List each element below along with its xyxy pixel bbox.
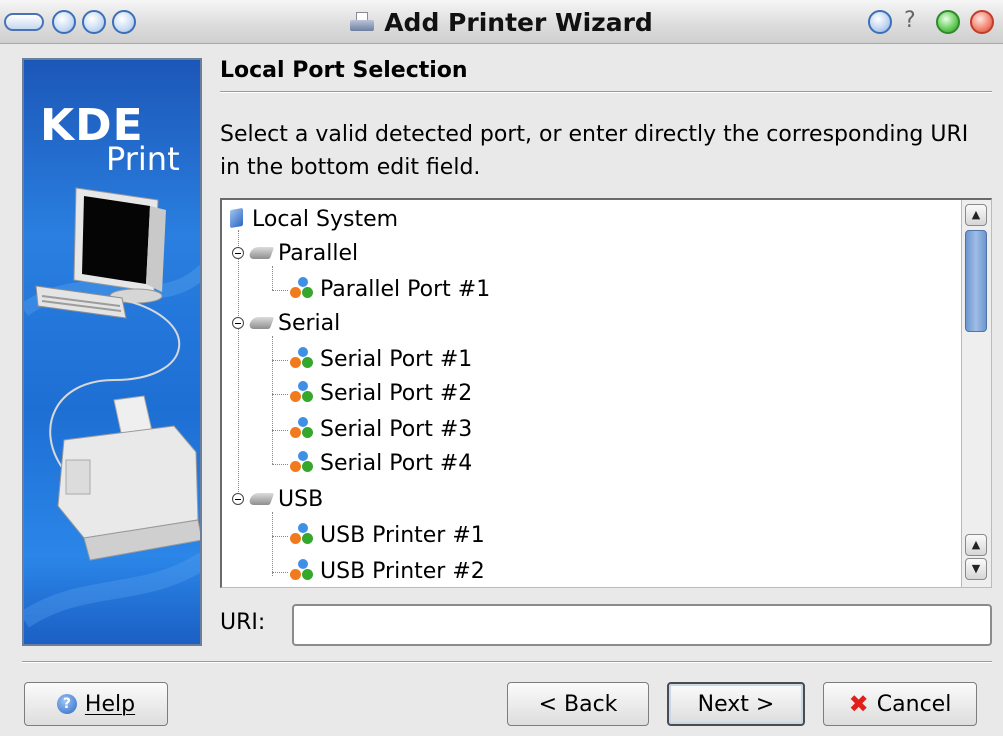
port-icon [248, 243, 276, 263]
tree-item-label: Serial Port #4 [320, 450, 473, 476]
minimize-button-icon[interactable] [868, 10, 892, 34]
cancel-icon: ✖ [848, 690, 869, 718]
window-title: Add Printer Wizard [384, 7, 653, 37]
tree-group-label: Serial [278, 310, 341, 336]
printer-icon [350, 12, 375, 32]
device-icon [288, 277, 316, 301]
title-bar: Add Printer Wizard ? [0, 0, 1003, 44]
tree-item-label: Parallel Port #1 [320, 276, 491, 302]
port-icon [248, 313, 276, 333]
uri-label: URI: [220, 610, 266, 635]
maximize-button-icon[interactable] [936, 10, 960, 34]
intro-text: Select a valid detected port, or enter d… [220, 122, 969, 180]
close-button-icon[interactable] [970, 10, 994, 34]
device-icon [288, 381, 316, 405]
button-divider [22, 661, 992, 663]
tree-item-label: Serial Port #1 [320, 346, 473, 372]
back-button-label: < Back [538, 691, 618, 717]
tree-item-serial-port-2[interactable]: Serial Port #2 [288, 376, 472, 410]
next-button[interactable]: Next > [667, 682, 805, 726]
tree-item-serial-port-3[interactable]: Serial Port #3 [288, 412, 472, 446]
scroll-down-icon[interactable]: ▼ [965, 558, 987, 580]
collapse-icon[interactable] [232, 317, 244, 329]
help-button[interactable]: ? Help [24, 682, 168, 726]
scroll-up-icon[interactable]: ▲ [965, 534, 987, 556]
uri-input[interactable] [292, 604, 992, 646]
device-icon [288, 417, 316, 441]
tree-root-label: Local System [252, 206, 399, 232]
collapse-icon[interactable] [232, 247, 244, 259]
scrollbar-thumb[interactable] [965, 230, 987, 332]
tree-group-parallel[interactable]: Parallel [232, 236, 358, 270]
title-divider [220, 91, 992, 93]
context-help-icon[interactable]: ? [904, 8, 916, 33]
collapse-icon[interactable] [232, 493, 244, 505]
tree-group-serial[interactable]: Serial [232, 306, 340, 340]
local-system-icon [228, 209, 246, 229]
next-button-label: Next > [697, 691, 775, 717]
help-icon: ? [56, 694, 77, 714]
tree-item-label: Serial Port #2 [320, 380, 473, 406]
cancel-button-label: Cancel [876, 691, 952, 717]
device-icon [288, 559, 316, 583]
cancel-button[interactable]: ✖ Cancel [823, 682, 977, 726]
tree-item-label: USB Printer #2 [320, 558, 485, 584]
scroll-up-icon[interactable]: ▲ [965, 204, 987, 226]
tree-group-label: USB [278, 486, 324, 512]
device-icon [288, 451, 316, 475]
tree-group-label: Parallel [278, 240, 359, 266]
tree-root[interactable]: Local System [228, 202, 398, 236]
back-button[interactable]: < Back [507, 682, 649, 726]
page-title: Local Port Selection [220, 58, 468, 83]
tree-item-serial-port-4[interactable]: Serial Port #4 [288, 446, 472, 480]
tree-group-usb[interactable]: USB [232, 482, 323, 516]
tree-item-label: Serial Port #3 [320, 416, 473, 442]
port-icon [248, 489, 276, 509]
tree-item-serial-port-1[interactable]: Serial Port #1 [288, 342, 472, 376]
kde-print-banner: KDE Print [22, 58, 202, 646]
computer-and-printer-illustration [24, 187, 200, 628]
tree-item-label: USB Printer #1 [320, 522, 485, 548]
port-tree[interactable]: Local System Parallel Parallel Port #1 S… [220, 198, 992, 588]
help-button-label: Help [84, 691, 136, 717]
device-icon [288, 347, 316, 371]
device-icon [288, 523, 316, 547]
tree-item-usb-printer-1[interactable]: USB Printer #1 [288, 518, 485, 552]
tree-item-usb-printer-2[interactable]: USB Printer #2 [288, 554, 485, 587]
tree-scrollbar[interactable]: ▲ ▲ ▼ [961, 200, 991, 587]
tree-item-parallel-port-1[interactable]: Parallel Port #1 [288, 272, 490, 306]
